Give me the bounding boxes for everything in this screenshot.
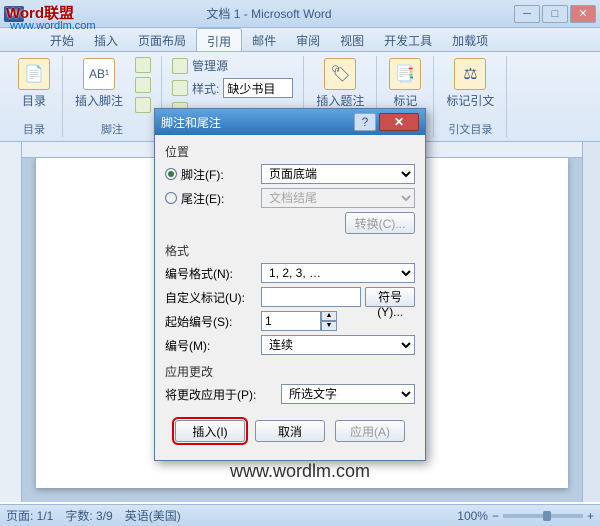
status-lang[interactable]: 英语(美国) (125, 507, 181, 524)
footnote-group-label: 脚注 (101, 119, 123, 137)
numbering-label: 编号(M): (165, 337, 255, 354)
dialog-title: 脚注和尾注 (161, 114, 354, 131)
apply-to-select[interactable]: 所选文字 (281, 384, 415, 404)
footnote-label: 插入脚注 (75, 92, 123, 109)
dialog-titlebar[interactable]: 脚注和尾注 ? ✕ (155, 109, 425, 135)
apply-to-label: 将更改应用于(P): (165, 386, 275, 403)
style-selector[interactable]: 样式: (170, 77, 295, 99)
status-words[interactable]: 字数: 3/9 (65, 507, 112, 524)
endnote-radio-label[interactable]: 尾注(E): (165, 190, 255, 207)
section-position-label: 位置 (165, 143, 415, 160)
section-format-label: 格式 (165, 242, 415, 259)
dialog-close-button[interactable]: ✕ (379, 113, 419, 131)
dialog-help-button[interactable]: ? (354, 113, 376, 131)
endnote-icon (135, 57, 151, 73)
ribbon-group-authorities: ⚖ 标记引文 引文目录 (434, 56, 507, 137)
vertical-ruler[interactable] (0, 142, 22, 502)
mark-citation-button[interactable]: ⚖ 标记引文 (442, 56, 498, 111)
next-footnote-button[interactable] (133, 76, 153, 94)
toc-label: 目录 (22, 92, 46, 109)
cancel-button[interactable]: 取消 (255, 420, 325, 442)
ribbon-group-footnote: AB¹ 插入脚注 脚注 (63, 56, 162, 137)
toc-icon: 📄 (18, 58, 50, 90)
custom-mark-input[interactable] (261, 287, 361, 307)
mark-entry-button[interactable]: 📑 标记 (385, 56, 425, 111)
insert-footnote-button[interactable]: AB¹ 插入脚注 (71, 56, 127, 114)
symbol-button[interactable]: 符号(Y)... (365, 287, 415, 307)
custom-mark-label: 自定义标记(U): (165, 289, 255, 306)
watermark-url: www.wordlm.com (10, 20, 96, 32)
mark-label: 标记 (393, 92, 417, 109)
show-notes-button[interactable] (133, 96, 153, 114)
footnote-radio[interactable] (165, 168, 177, 180)
insert-endnote-button[interactable] (133, 56, 153, 74)
status-bar: 页面: 1/1 字数: 3/9 英语(美国) 100% − + (0, 504, 600, 526)
zoom-value[interactable]: 100% (457, 509, 488, 523)
style-input[interactable] (223, 78, 293, 98)
spin-up-button[interactable]: ▲ (321, 311, 337, 321)
caption-label: 插入题注 (316, 92, 364, 109)
tab-layout[interactable]: 页面布局 (128, 28, 196, 51)
mark-cite-label: 标记引文 (446, 92, 494, 109)
tab-mailings[interactable]: 邮件 (242, 28, 286, 51)
numbering-select[interactable]: 连续 (261, 335, 415, 355)
authorities-group-label: 引文目录 (448, 119, 492, 137)
close-button[interactable]: ✕ (570, 5, 596, 23)
number-format-label: 编号格式(N): (165, 265, 255, 282)
ribbon-group-toc: 📄 目录 目录 (6, 56, 63, 137)
tab-review[interactable]: 审阅 (286, 28, 330, 51)
tab-addins[interactable]: 加载项 (442, 28, 498, 51)
status-page[interactable]: 页面: 1/1 (6, 507, 53, 524)
number-format-select[interactable]: 1, 2, 3, … (261, 263, 415, 283)
window-title: 文档 1 - Microsoft Word (24, 5, 514, 22)
convert-button: 转换(C)... (345, 212, 415, 234)
endnote-radio[interactable] (165, 192, 177, 204)
show-icon (135, 97, 151, 113)
minimize-button[interactable]: ─ (514, 5, 540, 23)
endnote-position-select: 文档结尾 (261, 188, 415, 208)
section-apply-label: 应用更改 (165, 363, 415, 380)
footnote-endnote-dialog: 脚注和尾注 ? ✕ 位置 脚注(F): 页面底端 尾注(E): 文档结尾 转换(… (154, 108, 426, 461)
insert-button[interactable]: 插入(I) (175, 420, 245, 442)
start-at-label: 起始编号(S): (165, 313, 255, 330)
start-at-input[interactable] (261, 311, 321, 331)
footnote-position-select[interactable]: 页面底端 (261, 164, 415, 184)
vertical-scrollbar[interactable] (582, 142, 600, 502)
footnote-icon: AB¹ (83, 58, 115, 90)
manage-sources-button[interactable]: 管理源 (170, 56, 230, 75)
tab-developer[interactable]: 开发工具 (374, 28, 442, 51)
zoom-slider[interactable] (503, 514, 583, 518)
tab-references[interactable]: 引用 (196, 28, 242, 51)
page-watermark-url: www.wordlm.com (0, 461, 600, 482)
caption-icon: 🏷 (324, 58, 356, 90)
maximize-button[interactable]: □ (542, 5, 568, 23)
spin-down-button[interactable]: ▼ (321, 321, 337, 331)
mark-cite-icon: ⚖ (454, 58, 486, 90)
insert-caption-button[interactable]: 🏷 插入题注 (312, 56, 368, 111)
zoom-in-button[interactable]: + (587, 509, 594, 523)
apply-button: 应用(A) (335, 420, 405, 442)
mark-icon: 📑 (389, 58, 421, 90)
style-icon (172, 80, 188, 96)
next-icon (135, 77, 151, 93)
tab-view[interactable]: 视图 (330, 28, 374, 51)
footnote-radio-label[interactable]: 脚注(F): (165, 166, 255, 183)
zoom-out-button[interactable]: − (492, 509, 499, 523)
toc-button[interactable]: 📄 目录 (14, 56, 54, 111)
zoom-controls: 100% − + (457, 509, 594, 523)
manage-icon (172, 58, 188, 74)
toc-group-label: 目录 (23, 119, 45, 137)
